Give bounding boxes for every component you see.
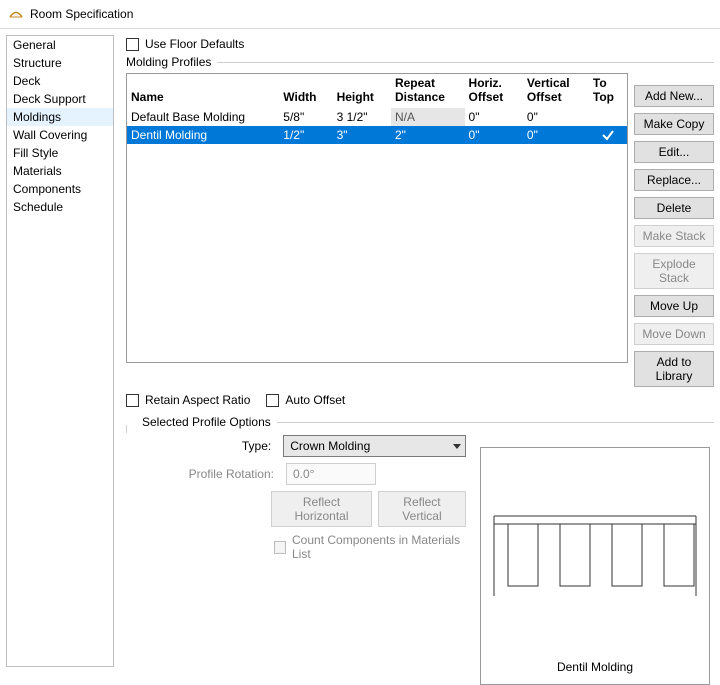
sidebar-item-schedule[interactable]: Schedule: [7, 198, 113, 216]
table-header-row: Name Width Height Repeat Distance Horiz.…: [127, 74, 627, 108]
reflect-horizontal-button: Reflect Horizontal: [271, 491, 372, 527]
selected-profile-section: Selected Profile Options: [126, 415, 714, 429]
cell-height[interactable]: 3": [333, 126, 391, 144]
cell-totop[interactable]: [589, 108, 627, 126]
use-floor-defaults-checkbox[interactable]: Use Floor Defaults: [126, 37, 244, 51]
molding-table[interactable]: Name Width Height Repeat Distance Horiz.…: [126, 73, 628, 363]
selected-profile-label: Selected Profile Options: [142, 415, 271, 429]
table-row[interactable]: Default Base Molding 5/8" 3 1/2" N/A 0" …: [127, 108, 627, 126]
make-copy-button[interactable]: Make Copy: [634, 113, 714, 135]
sidebar-item-deck[interactable]: Deck: [7, 72, 113, 90]
sidebar: General Structure Deck Deck Support Mold…: [6, 35, 114, 667]
sidebar-item-deck-support[interactable]: Deck Support: [7, 90, 113, 108]
delete-button[interactable]: Delete: [634, 197, 714, 219]
rotation-value: 0.0°: [293, 467, 314, 481]
col-horiz[interactable]: Horiz. Offset: [465, 74, 523, 108]
profile-preview: Dentil Molding: [480, 447, 710, 685]
main-panel: Use Floor Defaults Molding Profiles Name…: [114, 29, 720, 673]
check-icon: [601, 128, 615, 142]
col-repeat[interactable]: Repeat Distance: [391, 74, 465, 108]
checkbox-icon: [266, 394, 279, 407]
molding-profiles-section: Molding Profiles: [126, 55, 714, 69]
cell-width[interactable]: 1/2": [279, 126, 332, 144]
col-vert[interactable]: Vertical Offset: [523, 74, 589, 108]
sidebar-item-components[interactable]: Components: [7, 180, 113, 198]
reflect-vertical-button: Reflect Vertical: [378, 491, 466, 527]
cell-totop[interactable]: [589, 126, 627, 144]
make-stack-button: Make Stack: [634, 225, 714, 247]
replace-button[interactable]: Replace...: [634, 169, 714, 191]
table-row[interactable]: Dentil Molding 1/2" 3" 2" 0" 0": [127, 126, 627, 144]
sidebar-item-wall-covering[interactable]: Wall Covering: [7, 126, 113, 144]
dentil-preview-icon: [490, 506, 700, 646]
sidebar-item-fill-style[interactable]: Fill Style: [7, 144, 113, 162]
rotation-input: 0.0°: [286, 463, 376, 485]
sidebar-item-general[interactable]: General: [7, 36, 113, 54]
add-to-library-button[interactable]: Add to Library: [634, 351, 714, 387]
molding-profiles-label: Molding Profiles: [126, 55, 211, 69]
type-label: Type:: [126, 439, 283, 453]
col-width[interactable]: Width: [279, 74, 332, 108]
profile-buttons: Add New... Make Copy Edit... Replace... …: [634, 85, 714, 387]
cell-repeat[interactable]: N/A: [391, 108, 465, 126]
app-icon: [8, 6, 24, 22]
cell-vert[interactable]: 0": [523, 108, 589, 126]
sidebar-item-structure[interactable]: Structure: [7, 54, 113, 72]
sidebar-item-materials[interactable]: Materials: [7, 162, 113, 180]
cell-horiz[interactable]: 0": [465, 126, 523, 144]
sidebar-item-moldings[interactable]: Moldings: [7, 108, 113, 126]
add-new-button[interactable]: Add New...: [634, 85, 714, 107]
use-floor-defaults-label: Use Floor Defaults: [145, 37, 244, 51]
cell-vert[interactable]: 0": [523, 126, 589, 144]
move-down-button: Move Down: [634, 323, 714, 345]
retain-aspect-label: Retain Aspect Ratio: [145, 393, 250, 407]
cell-horiz[interactable]: 0": [465, 108, 523, 126]
auto-offset-checkbox[interactable]: Auto Offset: [266, 393, 345, 407]
titlebar: Room Specification: [0, 0, 720, 28]
move-up-button[interactable]: Move Up: [634, 295, 714, 317]
chevron-down-icon: [453, 444, 461, 449]
type-dropdown[interactable]: Crown Molding: [283, 435, 466, 457]
rotation-label: Profile Rotation:: [126, 467, 286, 481]
count-components-label: Count Components in Materials List: [292, 533, 466, 561]
retain-aspect-checkbox[interactable]: Retain Aspect Ratio: [126, 393, 250, 407]
window-title: Room Specification: [30, 7, 133, 21]
col-totop[interactable]: To Top: [589, 74, 627, 108]
checkbox-icon: [126, 394, 139, 407]
cell-repeat[interactable]: 2": [391, 126, 465, 144]
col-height[interactable]: Height: [333, 74, 391, 108]
explode-stack-button: Explode Stack: [634, 253, 714, 289]
type-value: Crown Molding: [290, 439, 370, 453]
cell-width[interactable]: 5/8": [279, 108, 332, 126]
cell-height[interactable]: 3 1/2": [333, 108, 391, 126]
edit-button[interactable]: Edit...: [634, 141, 714, 163]
checkbox-icon: [274, 541, 286, 554]
auto-offset-label: Auto Offset: [285, 393, 345, 407]
count-components-checkbox: Count Components in Materials List: [274, 533, 466, 561]
checkbox-icon: [126, 38, 139, 51]
col-name[interactable]: Name: [127, 74, 279, 108]
cell-name[interactable]: Default Base Molding: [127, 108, 279, 126]
cell-name[interactable]: Dentil Molding: [127, 126, 279, 144]
